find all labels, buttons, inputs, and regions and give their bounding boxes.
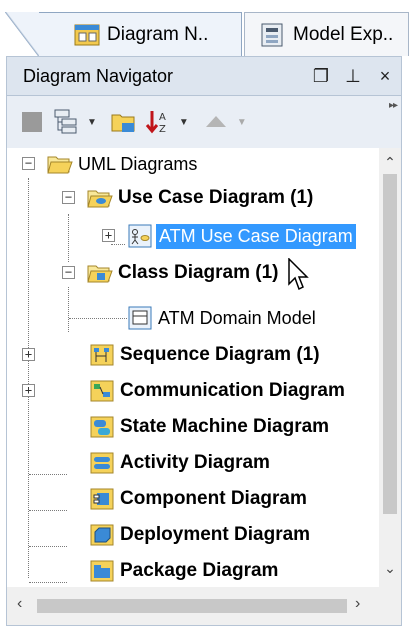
node-label: UML Diagrams [78, 153, 198, 174]
sequence-expand-toggle[interactable]: + [22, 348, 35, 361]
tree-layout-icon [54, 109, 77, 134]
activity-diagram-icon [90, 452, 114, 474]
tree-connector [29, 546, 67, 547]
node-label: Communication Diagram [120, 380, 345, 401]
folder-view-button[interactable] [109, 107, 139, 137]
deployment-diagram-icon [90, 524, 114, 546]
tab-label: Diagram N.. [107, 23, 209, 45]
tree-viewport: − UML Diagrams − Use Case Diagram (1) + … [7, 148, 379, 588]
tab-model-explorer[interactable]: Model Exp.. [244, 12, 409, 56]
node-label: ATM Use Case Diagram [156, 223, 356, 249]
tab-diagram-navigator[interactable]: Diagram N.. [5, 12, 242, 57]
mouse-cursor-icon [288, 258, 309, 291]
atm-use-case-expand-toggle[interactable]: + [102, 229, 115, 242]
new-diagram-icon [22, 112, 42, 132]
panel-title: Diagram Navigator [23, 65, 174, 86]
navigate-up-icon [205, 116, 226, 127]
restore-button[interactable]: ❐ [305, 66, 337, 87]
svg-text:A: A [159, 112, 166, 123]
scroll-down-icon[interactable]: ⌄ [379, 560, 401, 582]
model-explorer-icon [261, 23, 283, 46]
tree-node-communication[interactable]: Communication Diagram [89, 376, 345, 406]
node-label: Deployment Diagram [120, 524, 311, 545]
tree-node-activity[interactable]: Activity Diagram [89, 448, 270, 478]
tree-node-use-case[interactable]: Use Case Diagram (1) [87, 183, 313, 213]
node-label: Activity Diagram [120, 452, 270, 473]
communication-diagram-icon [90, 380, 114, 402]
tree-node-root[interactable]: UML Diagrams [47, 149, 197, 179]
new-diagram-button[interactable] [17, 107, 47, 137]
tree-connector [28, 178, 29, 578]
folder-view-icon [111, 114, 135, 132]
node-label: State Machine Diagram [120, 416, 330, 437]
communication-expand-toggle[interactable]: + [22, 384, 35, 397]
package-diagram-icon [90, 560, 114, 582]
class-folder-icon [87, 265, 113, 283]
horizontal-scrollbar[interactable]: ‹ › [7, 587, 401, 625]
toolbar-overflow-icon[interactable]: ▸▸ [389, 100, 398, 111]
root-collapse-toggle[interactable]: − [22, 157, 35, 170]
vertical-scrollbar[interactable]: ⌃ ⌄ [379, 148, 401, 588]
tree-node-state-machine[interactable]: State Machine Diagram [89, 412, 329, 442]
tree-connector [29, 474, 67, 475]
node-label: Use Case Diagram (1) [118, 187, 314, 208]
sort-dropdown[interactable]: ▼ [179, 117, 189, 128]
close-button[interactable]: × [369, 66, 401, 87]
scroll-up-icon[interactable]: ⌃ [379, 154, 401, 176]
diagram-tree: − UML Diagrams − Use Case Diagram (1) + … [6, 148, 402, 626]
scroll-left-icon[interactable]: ‹ [17, 595, 22, 613]
tree-connector [68, 287, 69, 332]
folder-open-icon [47, 156, 73, 174]
pin-button[interactable]: ⊥ [337, 66, 369, 87]
svg-text:Z: Z [159, 124, 166, 135]
node-label: Sequence Diagram (1) [120, 344, 320, 365]
tree-node-sequence[interactable]: Sequence Diagram (1) [89, 340, 320, 370]
state-machine-diagram-icon [90, 416, 114, 438]
component-diagram-icon [90, 488, 114, 510]
use-case-folder-icon [87, 190, 113, 208]
sort-button[interactable]: A Z [143, 107, 173, 137]
tree-connector [29, 582, 67, 583]
tree-node-atm-use-case[interactable]: ATM Use Case Diagram [127, 221, 356, 251]
scroll-right-icon[interactable]: › [355, 595, 360, 613]
tree-node-package[interactable]: Package Diagram [89, 556, 278, 586]
tree-connector [29, 510, 67, 511]
node-label: Component Diagram [120, 488, 307, 509]
tree-node-component[interactable]: Component Diagram [89, 484, 307, 514]
node-label: ATM Domain Model [158, 307, 316, 328]
sort-icon: A Z [145, 111, 166, 135]
navigate-up-button[interactable] [201, 107, 231, 137]
class-diagram-icon [128, 306, 152, 330]
tree-node-deployment[interactable]: Deployment Diagram [89, 520, 310, 550]
toolbar: ▼ A Z ▼ ▼ ▸▸ [6, 96, 402, 148]
class-collapse-toggle[interactable]: − [62, 266, 75, 279]
node-label: Package Diagram [120, 560, 279, 581]
use-case-collapse-toggle[interactable]: − [62, 191, 75, 204]
tree-node-class[interactable]: Class Diagram (1) [87, 258, 279, 288]
tree-layout-button[interactable] [51, 107, 81, 137]
node-label: Class Diagram (1) [118, 262, 279, 283]
panel-header: Diagram Navigator ❐ ⊥ × [6, 56, 402, 96]
diagram-navigator-icon [74, 24, 100, 45]
horizontal-scroll-thumb[interactable] [37, 599, 347, 613]
tree-connector [111, 244, 125, 245]
vertical-scroll-thumb[interactable] [383, 174, 397, 514]
tree-connector [69, 318, 127, 319]
sequence-diagram-icon [90, 344, 114, 366]
tab-label: Model Exp.. [293, 23, 394, 45]
diagram-navigator-panel: Diagram Navigator ❐ ⊥ × ▼ A Z ▼ ▼ ▸▸ − U… [0, 56, 409, 626]
tree-layout-dropdown[interactable]: ▼ [87, 117, 97, 128]
tree-node-atm-domain-model[interactable]: ATM Domain Model [127, 303, 316, 333]
use-case-diagram-icon [128, 224, 152, 248]
tree-connector [68, 214, 69, 262]
tab-strip: Diagram N.. Model Exp.. [0, 0, 409, 57]
navigate-up-dropdown[interactable]: ▼ [237, 117, 247, 128]
